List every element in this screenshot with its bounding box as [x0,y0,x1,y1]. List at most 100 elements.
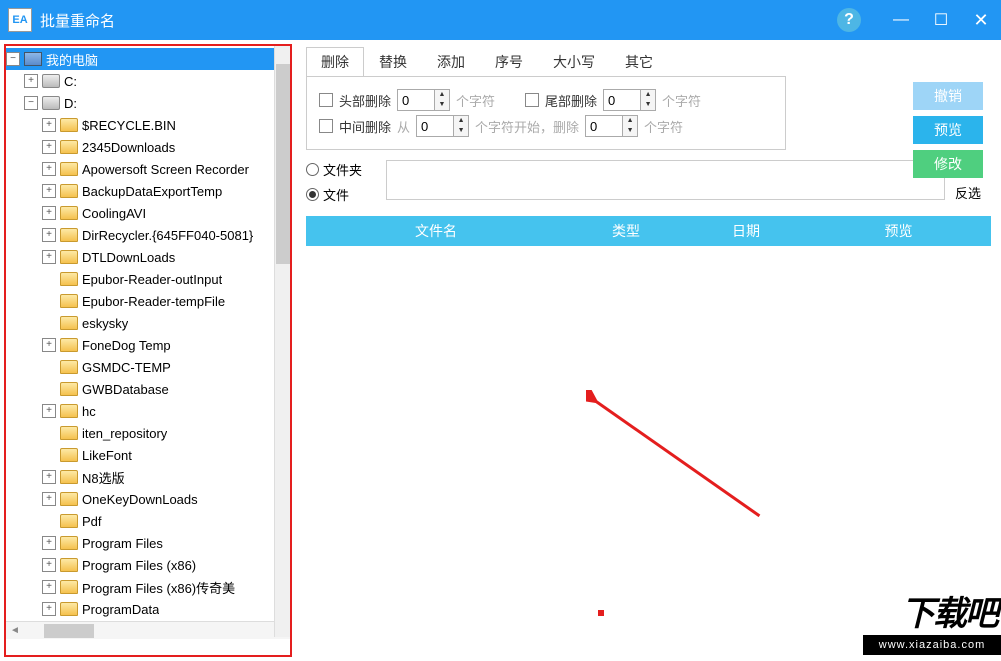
tree-row[interactable]: −D: [6,92,290,114]
mid-start-spinner[interactable]: ▲▼ [416,115,469,137]
expand-icon[interactable]: + [42,492,56,506]
tree-row[interactable]: +DirRecycler.{645FF040-5081} [6,224,290,246]
col-date[interactable]: 日期 [686,221,806,241]
tree-vertical-scrollbar[interactable] [274,46,290,637]
modify-button[interactable]: 修改 [913,150,983,178]
tree-row[interactable]: + N8选版 [6,466,290,488]
tree-spacer [42,426,56,440]
tree-row[interactable]: +ProgramData [6,598,290,620]
tree-label: Apowersoft Screen Recorder [82,162,249,177]
tab-delete[interactable]: 删除 [306,47,364,76]
tree-row[interactable]: + Program Files (x86)传奇美 [6,576,290,598]
tree-row[interactable]: +$RECYCLE.BIN [6,114,290,136]
drive-icon [42,96,60,110]
expand-icon[interactable]: + [42,602,56,616]
folder-icon [60,272,78,286]
window-title: 批量重命名 [40,10,837,31]
tree-row[interactable]: eskysky [6,312,290,334]
tree-row[interactable]: +FoneDog Temp [6,334,290,356]
folder-icon [60,426,78,440]
folder-icon [60,558,78,572]
folder-icon [60,228,78,242]
expand-icon[interactable]: + [42,140,56,154]
tree-spacer [42,382,56,396]
tree-label: N8选版 [82,468,125,487]
tree-row[interactable]: Pdf [6,510,290,532]
minimize-button[interactable]: — [881,0,921,40]
titlebar: EA 批量重命名 ? — ☐ ✕ [0,0,1001,40]
tree-row[interactable]: + Apowersoft Screen Recorder [6,158,290,180]
expand-icon[interactable]: + [42,404,56,418]
tree-spacer [42,316,56,330]
tree-horizontal-scrollbar[interactable]: ◄► [6,621,290,639]
expand-icon[interactable]: + [42,118,56,132]
tree-row[interactable]: Epubor-Reader-outInput [6,268,290,290]
tree-row[interactable]: −我的电脑 [6,48,290,70]
tree-row[interactable]: +BackupDataExportTemp [6,180,290,202]
folder-icon [60,382,78,396]
maximize-button[interactable]: ☐ [921,0,961,40]
mid-delete-checkbox[interactable] [319,119,333,133]
radio-folder[interactable]: 文件夹 [306,160,376,179]
head-delete-spinner[interactable]: ▲▼ [397,89,450,111]
radio-file[interactable]: 文件 [306,185,376,204]
tree-row[interactable]: GWBDatabase [6,378,290,400]
tree-row[interactable]: +CoolingAVI [6,202,290,224]
tree-row[interactable]: +Program Files [6,532,290,554]
tab-replace[interactable]: 替换 [364,47,422,76]
expand-icon[interactable]: + [24,74,38,88]
tree-row[interactable]: +2345Downloads [6,136,290,158]
folder-icon [60,206,78,220]
expand-icon[interactable]: + [42,580,56,594]
tree-row[interactable]: iten_repository [6,422,290,444]
path-input-box[interactable] [386,160,945,200]
col-type[interactable]: 类型 [566,221,686,241]
folder-icon [60,404,78,418]
tree-row[interactable]: Epubor-Reader-tempFile [6,290,290,312]
app-icon: EA [8,8,32,32]
tree-label: Pdf [82,514,102,529]
help-button[interactable]: ? [837,8,861,32]
tree-spacer [42,272,56,286]
tab-number[interactable]: 序号 [480,47,538,76]
expand-icon[interactable]: + [42,536,56,550]
expand-icon[interactable]: + [42,184,56,198]
tab-case[interactable]: 大小写 [538,47,610,76]
folder-icon [60,118,78,132]
tail-delete-label: 尾部删除 [545,91,597,110]
undo-button[interactable]: 撤销 [913,82,983,110]
tree-row[interactable]: +DTLDownLoads [6,246,290,268]
tree-row[interactable]: +C: [6,70,290,92]
collapse-icon[interactable]: − [6,52,20,66]
tab-add[interactable]: 添加 [422,47,480,76]
tree-row[interactable]: + hc [6,400,290,422]
invert-selection-link[interactable]: 反选 [955,183,991,202]
mid-count-spinner[interactable]: ▲▼ [585,115,638,137]
collapse-icon[interactable]: − [24,96,38,110]
tail-delete-spinner[interactable]: ▲▼ [603,89,656,111]
tree-row[interactable]: LikeFont [6,444,290,466]
annotation-dot [598,610,604,616]
tree-row[interactable]: +OneKeyDownLoads [6,488,290,510]
tab-other[interactable]: 其它 [610,47,668,76]
expand-icon[interactable]: + [42,470,56,484]
tail-delete-checkbox[interactable] [525,93,539,107]
head-delete-label: 头部删除 [339,91,391,110]
col-filename[interactable]: 文件名 [306,221,566,241]
delete-options-box: 头部删除 ▲▼ 个字符 尾部删除 ▲▼ 个字符 中间删除 从 ▲▼ 个字符开始，… [306,76,786,150]
tree-label: hc [82,404,96,419]
expand-icon[interactable]: + [42,228,56,242]
close-button[interactable]: ✕ [961,0,1001,40]
col-preview[interactable]: 预览 [806,221,991,241]
tree-label: Program Files (x86)传奇美 [82,578,235,597]
tree-row[interactable]: +Program Files (x86) [6,554,290,576]
expand-icon[interactable]: + [42,338,56,352]
folder-icon [60,294,78,308]
expand-icon[interactable]: + [42,250,56,264]
head-delete-checkbox[interactable] [319,93,333,107]
tree-row[interactable]: GSMDC-TEMP [6,356,290,378]
expand-icon[interactable]: + [42,206,56,220]
expand-icon[interactable]: + [42,162,56,176]
preview-button[interactable]: 预览 [913,116,983,144]
expand-icon[interactable]: + [42,558,56,572]
